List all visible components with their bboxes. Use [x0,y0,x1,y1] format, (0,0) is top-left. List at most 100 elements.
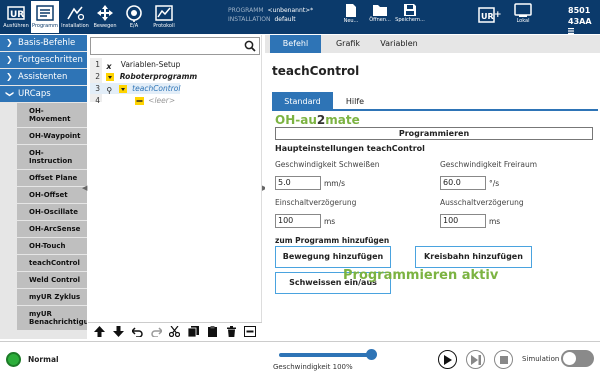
subtab-hilfe[interactable]: Hilfe [340,92,370,111]
on-delay-input[interactable]: 100 [275,214,321,228]
robot-id-line2: 43AA [568,17,592,26]
stop-button[interactable] [494,350,513,369]
log-tab-button[interactable]: Protokoll [150,1,178,33]
redo-button[interactable] [149,325,163,339]
delete-button[interactable] [225,325,239,339]
category-assistenten[interactable]: ❯ Assistenten [0,69,87,85]
tree-label: teachControl [132,84,181,93]
node-label: OH-Touch [29,242,66,250]
line-number: 1 [95,60,100,69]
node-myur-zyklus[interactable]: myUR Zyklus [17,289,87,306]
copy-button[interactable] [187,325,201,339]
node-label: myUR Benachrichtigu [29,310,87,326]
io-icon [124,3,144,23]
tree-search-input[interactable] [90,37,260,55]
robot-status-icon[interactable] [6,352,21,367]
tab-befehl[interactable]: Befehl [270,35,321,53]
line-number: 4 [95,96,100,105]
tab-grafik[interactable]: Grafik [327,35,369,53]
node-label: OH-Waypoint [29,132,81,140]
open-file-button[interactable]: Öffnen... [368,3,392,33]
programmieren-button[interactable]: Programmieren [275,127,593,140]
weld-speed-input[interactable]: 5.0 [275,176,321,190]
undo-button[interactable] [130,325,144,339]
tree-row-robot-program[interactable]: 2 Roboterprogramm [90,71,197,82]
on-delay-label: Einschaltverzögerung [275,198,357,207]
log-tab-label: Protokoll [153,23,175,29]
speed-slider-track[interactable] [279,353,371,357]
node-oh-offset[interactable]: OH-Offset [17,187,87,204]
run-tab-button[interactable]: UR Ausführen [2,1,30,33]
free-speed-unit: °/s [489,179,500,188]
node-oh-touch[interactable]: OH-Touch [17,238,87,255]
new-file-button[interactable]: Neu... [339,3,363,33]
node-label: Offset Plane [29,174,78,182]
chevron-right-icon: ❯ [6,38,13,47]
paste-button[interactable] [206,325,220,339]
move-down-button[interactable] [111,325,125,339]
move-tab-button[interactable]: Bewegen [91,1,119,33]
save-icon [404,4,416,16]
line-number: 3 [95,84,100,93]
tree-row-variables[interactable]: 1 x Variablen-Setup [90,59,180,71]
local-label: Lokal [516,18,530,24]
speed-slider-handle[interactable] [366,349,377,360]
suppress-button[interactable] [243,325,257,339]
io-tab-button[interactable]: E/A [120,1,148,33]
node-oh-movement[interactable]: OH- Movement [17,103,87,128]
add-to-program-heading: zum Programm hinzufügen [275,236,390,245]
node-label: Weld Control [29,276,81,284]
tree-row-empty[interactable]: 4 <leer> [90,95,175,106]
node-label: myUR Zyklus [29,293,81,301]
new-file-label: Neu... [343,18,359,24]
on-delay-unit: ms [324,217,336,226]
program-folder-icon [106,73,115,81]
node-weld-control[interactable]: Weld Control [17,272,87,289]
trash-icon [227,326,237,337]
move-up-button[interactable] [92,325,106,339]
line-number: 2 [95,72,100,81]
step-icon [470,354,481,365]
node-oh-arcsense[interactable]: OH-ArcSense [17,221,87,238]
oh-au2mate-logo: OH-au2mate [275,113,360,127]
copy-icon [188,326,200,337]
node-oh-oscillate[interactable]: OH-Oscillate [17,204,87,221]
installation-tab-button[interactable]: Installation [61,1,89,33]
page-title: teachControl [272,64,360,78]
add-circle-button[interactable]: Kreisbahn hinzufügen [415,246,532,268]
node-label: OH- Movement [29,107,71,123]
category-fortgeschritten[interactable]: ❯ Fortgeschritten [0,52,87,68]
node-teachcontrol[interactable]: teachControl [17,255,87,272]
subtab-standard[interactable]: Standard [272,92,333,111]
tree-row-teachcontrol[interactable]: 3 ⚲ teachControl [90,83,181,95]
open-folder-icon [373,5,387,16]
step-button[interactable] [466,350,485,369]
robot-id: 8501 43AA [568,5,592,27]
node-oh-instruction[interactable]: OH- Instruction [17,145,87,170]
node-label: OH-ArcSense [29,225,81,233]
add-move-button[interactable]: Bewegung hinzufügen [275,246,391,268]
off-delay-input[interactable]: 100 [440,214,486,228]
program-tree-panel: 1 x Variablen-Setup 2 Roboterprogramm 3 … [88,35,262,340]
cut-button[interactable] [168,325,182,339]
settings-heading: Haupteinstellungen teachControl [275,144,425,153]
pin-icon: ⚲ [106,86,113,95]
installation-label: INSTALLATION [228,16,271,23]
tab-variablen[interactable]: Variablen [373,35,425,53]
category-urcaps[interactable]: ❯ URCaps [0,86,87,102]
free-speed-input[interactable]: 60.0 [440,176,486,190]
ur-plus-icon[interactable]: UR + [478,7,502,25]
svg-text:UR: UR [481,12,494,21]
save-file-button[interactable]: Speichern... [395,3,425,33]
program-tab-button[interactable]: Programm [31,1,59,33]
chevron-down-icon: ❯ [5,90,15,98]
more-menu-icon[interactable] [568,27,574,34]
local-control-button[interactable]: Lokal [511,3,535,33]
node-offset-plane[interactable]: Offset Plane [17,170,87,187]
play-button[interactable] [438,350,457,369]
node-oh-waypoint[interactable]: OH-Waypoint [17,128,87,145]
node-myur-benachrichtigung[interactable]: myUR Benachrichtigu [17,306,87,331]
scissors-icon [169,326,181,337]
simulation-toggle[interactable] [561,350,594,367]
category-basis-befehle[interactable]: ❯ Basis-Befehle [0,35,87,51]
